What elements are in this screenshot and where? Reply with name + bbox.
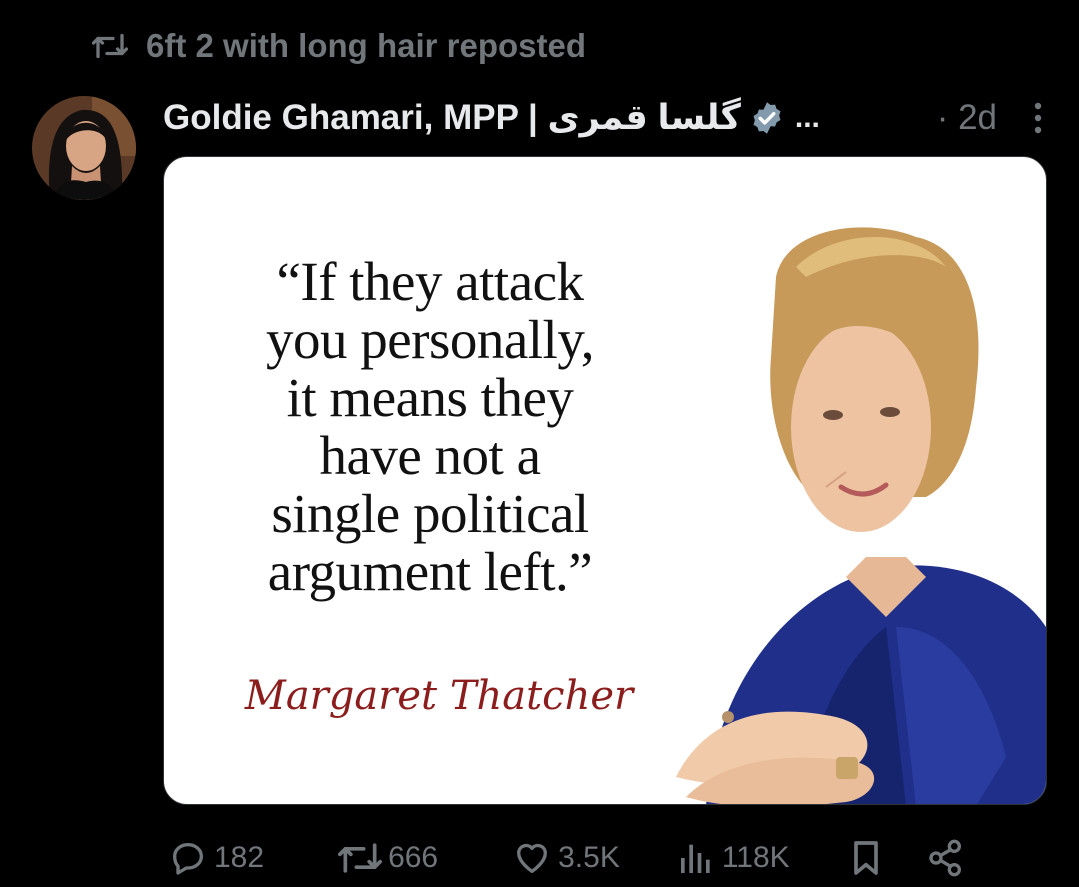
author-avatar[interactable] [32,96,136,200]
reply-icon [168,838,208,878]
share-button[interactable] [926,838,966,878]
verified-badge-icon[interactable] [749,100,785,136]
repost-banner-text[interactable]: 6ft 2 with long hair reposted [146,27,586,65]
views-button[interactable]: 118K [676,838,790,878]
bookmark-icon [846,838,886,878]
reply-button[interactable]: 182 [168,838,264,878]
share-icon [926,838,966,878]
post-image[interactable]: “If they attack you personally, it means… [163,156,1047,805]
quote-line: it means they [286,367,574,428]
heart-icon [512,838,552,878]
views-bar-chart-icon [676,838,716,878]
post-actions-bar: 182 666 3.5K 118K [168,832,1028,884]
like-button[interactable]: 3.5K [512,838,620,878]
views-count: 118K [721,841,790,874]
repost-button[interactable]: 666 [338,838,438,878]
quote-line: single political [271,483,589,544]
quote-attribution: Margaret Thatcher [244,673,634,719]
like-count: 3.5K [558,841,620,874]
name-truncation: ... [794,101,820,134]
reply-count: 182 [214,841,265,874]
quote-text: “If they attack you personally, it means… [190,253,670,601]
author-name[interactable]: Goldie Ghamari, MPP | گلسا قمری [163,98,741,138]
quote-line: have not a [319,425,541,486]
repost-count: 666 [388,841,439,874]
repost-icon [92,31,128,61]
post-header: Goldie Ghamari, MPP | گلسا قمری ... · 2d [163,92,1043,144]
quote-line: “If they attack [276,251,584,312]
post-timestamp[interactable]: · 2d [937,98,997,138]
repost-icon [338,838,383,878]
repost-banner[interactable]: 6ft 2 with long hair reposted [92,24,586,68]
quote-line: argument left.” [267,541,593,602]
more-options-icon[interactable] [1033,100,1043,136]
bookmark-button[interactable] [846,838,886,878]
quote-line: you personally, [265,309,595,370]
portrait-photo [676,227,1046,804]
